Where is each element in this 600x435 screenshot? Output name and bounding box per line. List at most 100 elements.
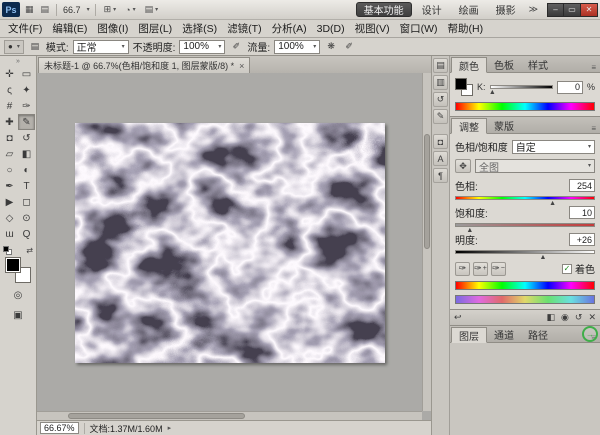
horizontal-scroll-thumb[interactable] (68, 413, 245, 419)
menu-image[interactable]: 图像(I) (92, 21, 133, 36)
preset-select[interactable]: 自定 ▾ (512, 140, 595, 154)
saturation-slider[interactable]: ▲ (455, 223, 595, 227)
default-colors-icon[interactable] (3, 246, 12, 255)
tool-eyedropper[interactable]: ✑ (18, 98, 35, 114)
tab-channels[interactable]: 通道 (487, 326, 521, 342)
tool-crop[interactable]: # (1, 98, 18, 114)
close-button[interactable]: ✕ (581, 3, 598, 17)
sample-eyedropper-button[interactable]: ✑ (455, 262, 470, 276)
menu-edit[interactable]: 编辑(E) (47, 21, 92, 36)
tool-hand[interactable]: ɯ (1, 226, 18, 242)
color-spectrum-ramp[interactable] (455, 102, 595, 111)
saturation-slider-thumb[interactable]: ▲ (466, 227, 473, 234)
brush-preset-picker[interactable]: ● ▾ (4, 40, 24, 54)
tool-blur[interactable]: ○ (1, 162, 18, 178)
launch-bridge-icon[interactable]: ▦ (23, 2, 36, 17)
menu-file[interactable]: 文件(F) (3, 21, 47, 36)
workspace-design-button[interactable]: 设计 (415, 2, 449, 17)
blend-mode-select[interactable]: 正常 ▾ (73, 40, 129, 54)
panel-color-swatches[interactable] (455, 78, 473, 96)
dock-icon-clone-source[interactable]: ◘ (433, 134, 448, 149)
colorize-checkbox[interactable]: ✓ (562, 264, 572, 274)
tool-healing-brush[interactable]: ✚ (1, 114, 18, 130)
tab-styles[interactable]: 样式 (521, 56, 555, 72)
tool-lasso[interactable]: ς (1, 82, 18, 98)
tab-adjustments[interactable]: 调整 (451, 118, 487, 134)
tab-layers[interactable]: 图层 (451, 327, 487, 343)
menu-view[interactable]: 视图(V) (350, 21, 395, 36)
tool-quick-select[interactable]: ✦ (18, 82, 35, 98)
toolbar-grip-icon[interactable]: » (16, 57, 20, 66)
workspace-essentials-button[interactable]: 基本功能 (356, 2, 412, 17)
dock-icon-info[interactable]: ▤ (433, 58, 448, 73)
status-zoom-field[interactable]: 66.67% (40, 422, 79, 434)
view-extras-icon[interactable]: ▤ (39, 2, 52, 17)
canvas-image[interactable] (75, 123, 385, 363)
hue-value-field[interactable]: 254 (569, 179, 595, 192)
canvas-pasteboard[interactable] (37, 73, 431, 420)
tool-eraser[interactable]: ▱ (1, 146, 18, 162)
k-slider[interactable]: ▲ (490, 85, 553, 89)
tab-paths[interactable]: 路径 (521, 326, 555, 342)
tool-brush[interactable]: ✎ (18, 114, 35, 130)
tool-pen[interactable]: ✒ (1, 178, 18, 194)
zoom-caret-icon[interactable]: ▾ (87, 7, 90, 13)
k-slider-thumb[interactable]: ▲ (489, 89, 496, 96)
dock-icon-character[interactable]: A (433, 151, 448, 166)
flow-select[interactable]: 100% ▾ (274, 40, 320, 54)
workspace-photography-button[interactable]: 摄影 (489, 2, 523, 17)
panel-menu-icon[interactable]: ≡ (587, 124, 600, 133)
horizontal-scrollbar[interactable] (37, 411, 422, 420)
add-sample-eyedropper-button[interactable]: ✑+ (473, 262, 488, 276)
menu-analysis[interactable]: 分析(A) (267, 21, 312, 36)
on-image-adjust-icon[interactable]: ✥ (455, 159, 471, 173)
menu-filter[interactable]: 滤镜(T) (222, 21, 266, 36)
menu-3d[interactable]: 3D(D) (312, 23, 350, 35)
tool-3d-rotate[interactable]: ◇ (1, 210, 18, 226)
dock-icon-history[interactable]: ↺ (433, 92, 448, 107)
tool-move[interactable]: ✛ (1, 66, 18, 82)
panel-menu-icon[interactable]: ≡ (587, 63, 600, 72)
tool-3d-camera[interactable]: ⊙ (18, 210, 35, 226)
delete-adjustment-icon[interactable]: ✕ (588, 312, 596, 323)
tab-masks[interactable]: 蒙版 (487, 117, 521, 133)
status-options-arrow-icon[interactable]: ▸ (168, 424, 172, 432)
vertical-scrollbar[interactable] (422, 73, 431, 411)
hue-slider[interactable]: ▲ (455, 196, 595, 200)
tool-dodge[interactable]: ◐ (18, 162, 35, 178)
dock-icon-histogram[interactable]: ▥ (433, 75, 448, 90)
menu-window[interactable]: 窗口(W) (395, 21, 443, 36)
tool-zoom[interactable]: Q (18, 226, 35, 242)
saturation-value-field[interactable]: 10 (569, 206, 595, 219)
screen-rotate-button[interactable]: ◔▾ (122, 2, 138, 17)
panel-foreground-swatch[interactable] (455, 78, 467, 90)
tab-swatches[interactable]: 色板 (487, 56, 521, 72)
menu-layer[interactable]: 图层(L) (133, 21, 177, 36)
workspace-painting-button[interactable]: 绘画 (452, 2, 486, 17)
zoom-level-field[interactable]: 66.7 (62, 5, 82, 15)
clip-to-layer-icon[interactable]: ◧ (547, 312, 556, 323)
tool-type[interactable]: T (18, 178, 35, 194)
tool-history-brush[interactable]: ↺ (18, 130, 35, 146)
channel-select[interactable]: 全图 ▾ (475, 159, 595, 173)
return-to-adjustment-list-icon[interactable]: ↩ (454, 312, 462, 323)
minimize-button[interactable]: – (547, 3, 564, 17)
swap-colors-icon[interactable]: ⇄ (26, 246, 33, 255)
arrange-documents-button[interactable]: ▤▾ (142, 2, 162, 17)
tool-marquee[interactable]: ▭ (18, 66, 35, 82)
restore-button[interactable]: ▭ (564, 3, 581, 17)
document-tab[interactable]: 未标题-1 @ 66.7%(色相/饱和度 1, 图层蒙版/8) * × (38, 57, 250, 73)
quick-mask-button[interactable]: ◎ (8, 287, 28, 303)
subtract-sample-eyedropper-button[interactable]: ✑− (491, 262, 506, 276)
foreground-color-swatch[interactable] (5, 257, 21, 273)
grid-guides-button[interactable]: ⊞▾ (101, 2, 120, 17)
tab-close-icon[interactable]: × (239, 61, 244, 71)
toggle-visibility-icon[interactable]: ◉ (561, 312, 569, 323)
toggle-brush-panel-icon[interactable]: ▤ (28, 41, 42, 52)
workspace-overflow-button[interactable]: ≫ (526, 4, 541, 15)
opacity-pressure-icon[interactable]: ✐ (229, 41, 243, 52)
dock-icon-brush-presets[interactable]: ✎ (433, 109, 448, 124)
tab-color[interactable]: 颜色 (451, 57, 487, 73)
tool-path-select[interactable]: ▶ (1, 194, 18, 210)
vertical-scroll-thumb[interactable] (424, 134, 430, 249)
